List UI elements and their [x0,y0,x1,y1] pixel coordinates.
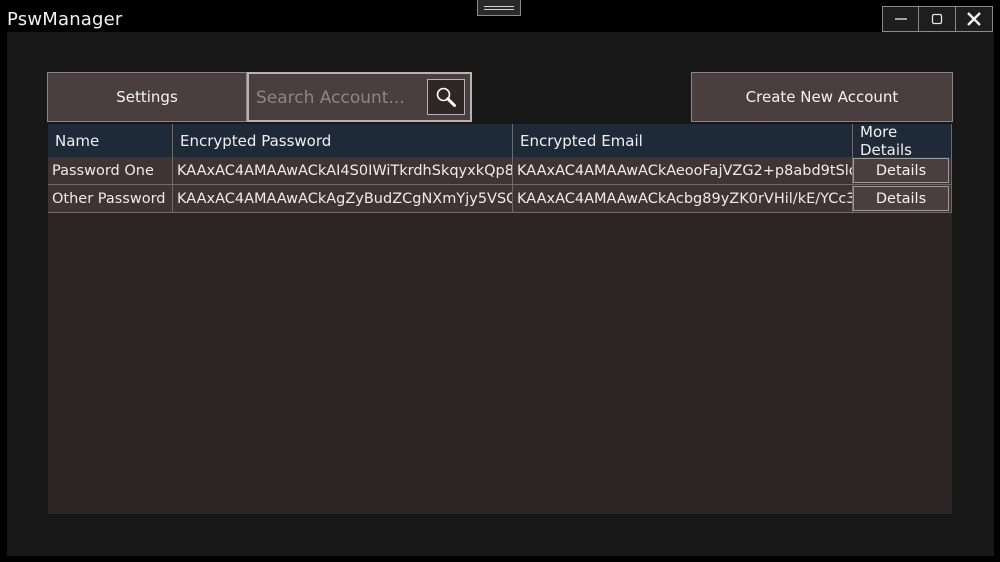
cell-email: KAAxAC4AMAAwACkAcbg89yZK0rVHil/kE/YCc3AK [513,185,853,213]
cell-name: Other Password [48,185,173,213]
cell-password: KAAxAC4AMAAwACkAgZyBudZCgNXmYjy5VSCsqi [173,185,513,213]
cell-email: KAAxAC4AMAAwACkAeooFajVZG2+p8abd9tSlqbI [513,157,853,185]
cell-text: Other Password [52,190,166,207]
content-panel: Settings Create New Account Name Encrypt… [7,32,994,556]
maximize-button[interactable] [919,6,956,32]
cell-password: KAAxAC4AMAAwACkAI4S0IWiTkrdhSkqyxkQp8B+ [173,157,513,185]
settings-button[interactable]: Settings [47,72,247,122]
cell-name: Password One [48,157,173,185]
search-input[interactable] [256,85,421,111]
minimize-icon [894,18,907,20]
close-icon [967,12,981,26]
column-header-email[interactable]: Encrypted Email [513,124,853,157]
window-controls [882,6,993,32]
create-account-button[interactable]: Create New Account [691,72,953,122]
search-button[interactable] [427,79,465,115]
column-header-details[interactable]: More Details [853,123,952,159]
minimize-button[interactable] [882,6,919,32]
table-header: Name Encrypted Password Encrypted Email … [48,123,952,159]
table-row[interactable]: Password One KAAxAC4AMAAwACkAI4S0IWiTkrd… [48,157,952,185]
maximize-icon [931,13,943,25]
accounts-table: Name Encrypted Password Encrypted Email … [48,123,952,514]
cell-text: KAAxAC4AMAAwACkAeooFajVZG2+p8abd9tSlqbI [517,162,852,179]
search-box [247,72,472,122]
grip-line [484,5,514,7]
details-button[interactable]: Details [853,186,949,211]
app-window: PswManager Settings Search Account... Cr… [0,0,1000,562]
column-header-name[interactable]: Name [48,124,173,157]
search-icon [436,87,456,107]
window-title: PswManager [7,9,123,30]
cell-text: Password One [52,162,154,179]
table-row[interactable]: Other Password KAAxAC4AMAAwACkAgZyBudZCg… [48,185,952,213]
column-header-password[interactable]: Encrypted Password [173,124,513,157]
grip-line [484,8,514,10]
details-button[interactable]: Details [853,158,949,183]
cell-text: KAAxAC4AMAAwACkAI4S0IWiTkrdhSkqyxkQp8B+ [177,162,512,179]
drag-handle[interactable] [477,0,521,16]
close-button[interactable] [956,6,993,32]
cell-text: KAAxAC4AMAAwACkAgZyBudZCgNXmYjy5VSCsqi [177,190,512,207]
cell-text: KAAxAC4AMAAwACkAcbg89yZK0rVHil/kE/YCc3AK [517,190,852,207]
